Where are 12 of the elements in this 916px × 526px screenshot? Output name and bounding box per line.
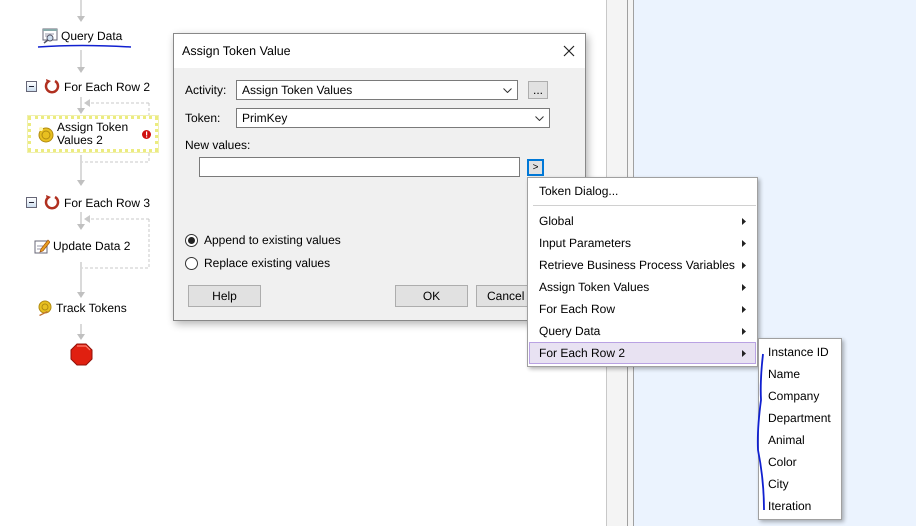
dialog-title: Assign Token Value <box>182 44 291 58</box>
field-label: New values: <box>185 138 252 152</box>
node-label: Assign Token Values 2 <box>57 121 130 147</box>
node-label: Update Data 2 <box>53 239 130 253</box>
node-label: Track Tokens <box>56 301 127 315</box>
node-label: For Each Row 2 <box>64 80 150 94</box>
node-label: Query Data <box>61 29 122 43</box>
radio-label: Append to existing values <box>204 233 341 247</box>
node-label: For Each Row 3 <box>64 196 150 210</box>
radio-label: Replace existing values <box>204 256 330 270</box>
field-label: Activity: <box>185 83 228 97</box>
field-label: Token: <box>185 111 222 125</box>
